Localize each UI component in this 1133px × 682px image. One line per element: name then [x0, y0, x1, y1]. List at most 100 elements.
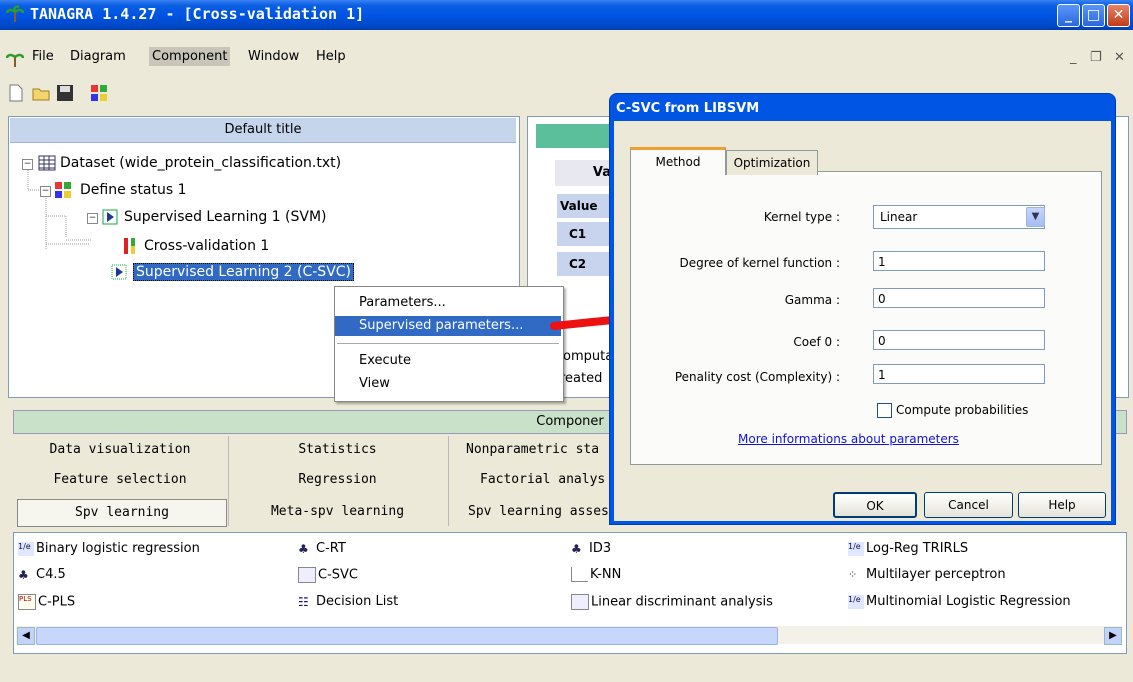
coef0-label: Coef 0 :: [793, 335, 840, 349]
tree-node-supervised-learning-1[interactable]: Supervised Learning 1 (SVM): [124, 209, 327, 225]
scroll-left-icon[interactable]: ◀: [17, 627, 35, 645]
tool-multinomial-logistic-regression[interactable]: 1/e Multinomial Logistic Regression: [848, 594, 1071, 609]
palm-tree-icon: [6, 5, 24, 22]
gamma-input[interactable]: 0: [873, 288, 1045, 308]
tab-method[interactable]: Method: [630, 147, 726, 175]
results-text-created: reated: [560, 371, 603, 386]
diagram-title: Default title: [10, 118, 516, 143]
tab-data-visualization[interactable]: Data visualization: [15, 436, 225, 464]
tool-id3[interactable]: ♣ ID3: [571, 541, 611, 556]
tree-icon: ♣: [18, 567, 29, 582]
results-value-header: Value: [557, 194, 618, 218]
tool-c-svc[interactable]: C-SVC: [298, 567, 358, 583]
penality-cost-label: Penality cost (Complexity) :: [674, 370, 840, 384]
ctx-separator: [337, 343, 559, 344]
ctx-parameters[interactable]: Parameters...: [335, 293, 561, 313]
coef0-input[interactable]: 0: [873, 330, 1045, 350]
degree-input[interactable]: 1: [873, 251, 1045, 271]
ctx-view[interactable]: View: [335, 374, 561, 394]
title-bar: TANAGRA 1.4.27 - [Cross-validation 1] _ …: [0, 0, 1133, 30]
compute-probabilities-checkbox[interactable]: [877, 403, 892, 418]
help-button[interactable]: Help: [1018, 492, 1106, 518]
svm-icon: [298, 567, 316, 583]
tab-spv-learning-assessment[interactable]: Spv learning assess: [450, 498, 628, 526]
collapse-icon[interactable]: −: [22, 159, 33, 170]
tab-nonparametric[interactable]: Nonparametric sta: [450, 436, 626, 464]
menu-diagram[interactable]: Diagram: [70, 49, 126, 64]
tool-c45[interactable]: ♣ C4.5: [18, 567, 66, 582]
menu-window[interactable]: Window: [248, 49, 299, 64]
more-info-link[interactable]: More informations about parameters: [738, 432, 959, 446]
supervised-learning-icon: [111, 264, 127, 280]
ctx-execute[interactable]: Execute: [335, 351, 561, 371]
collapse-icon[interactable]: −: [87, 213, 98, 224]
open-folder-icon[interactable]: [32, 84, 50, 102]
define-status-icon: [55, 182, 71, 198]
tool-c-rt[interactable]: ♣ C-RT: [298, 541, 346, 556]
tool-k-nn[interactable]: K-NN: [571, 567, 621, 582]
results-c1: C1: [557, 222, 615, 246]
kernel-type-select[interactable]: Linear: [873, 205, 1045, 229]
tab-meta-spv-learning[interactable]: Meta-spv learning: [230, 498, 445, 526]
tree-icon: ♣: [298, 541, 309, 556]
tool-decision-list[interactable]: ☷ Decision List: [298, 594, 398, 609]
gamma-label: Gamma :: [784, 293, 840, 307]
tree-icon: ♣: [571, 541, 582, 556]
tree-node-cross-validation[interactable]: Cross-validation 1: [144, 238, 269, 254]
tab-spv-learning[interactable]: Spv learning: [17, 499, 227, 527]
results-c2: C2: [557, 252, 615, 276]
cancel-button[interactable]: Cancel: [924, 492, 1013, 518]
logistic-icon: 1/e: [848, 594, 864, 609]
tab-optimization[interactable]: Optimization: [726, 150, 818, 175]
tab-divider: [228, 436, 229, 526]
tool-multilayer-perceptron[interactable]: ⁘ Multilayer perceptron: [848, 567, 1006, 582]
mdi-restore-icon[interactable]: ❐: [1090, 50, 1102, 65]
save-icon[interactable]: [56, 84, 74, 102]
kernel-type-label: Kernel type :: [763, 210, 840, 224]
results-header-bar: [536, 124, 616, 148]
ok-button[interactable]: OK: [833, 492, 917, 518]
neural-network-icon: ⁘: [848, 567, 858, 581]
tool-c-pls[interactable]: PLS C-PLS: [18, 594, 75, 610]
decision-list-icon: ☷: [298, 594, 309, 609]
tree-node-supervised-learning-2[interactable]: Supervised Learning 2 (C-SVC): [133, 263, 355, 281]
compute-probabilities-label: Compute probabilities: [896, 403, 1029, 417]
dataset-table-icon: [38, 155, 56, 171]
mdi-close-icon[interactable]: ✕: [1114, 50, 1125, 65]
collapse-icon[interactable]: −: [40, 186, 51, 197]
logistic-icon: 1/e: [18, 541, 34, 556]
ctx-supervised-parameters[interactable]: Supervised parameters...: [335, 316, 561, 336]
chevron-down-icon[interactable]: ▼: [1026, 207, 1045, 227]
knn-icon: [571, 567, 588, 582]
tree-node-define-status[interactable]: Define status 1: [80, 182, 187, 198]
tree-node-dataset[interactable]: Dataset (wide_protein_classification.txt…: [60, 155, 341, 171]
results-va-cell: Va: [555, 160, 615, 186]
supervised-learning-icon: [102, 209, 118, 225]
context-menu: Parameters... Supervised parameters... E…: [334, 286, 564, 402]
logistic-icon: 1/e: [848, 541, 864, 556]
palm-tree-icon: [6, 53, 24, 67]
pls-icon: PLS: [18, 594, 36, 610]
degree-label: Degree of kernel function :: [679, 256, 840, 270]
scroll-right-icon[interactable]: ▶: [1104, 627, 1122, 645]
tab-statistics[interactable]: Statistics: [230, 436, 445, 464]
maximize-button[interactable]: □: [1082, 4, 1105, 27]
mdi-minimize-icon[interactable]: _: [1070, 50, 1077, 65]
tool-log-reg-trirls[interactable]: 1/e Log-Reg TRIRLS: [848, 541, 968, 556]
menu-file[interactable]: File: [32, 49, 54, 64]
tab-divider: [448, 436, 449, 526]
new-file-icon[interactable]: [7, 84, 25, 102]
results-text-computation: omputa: [563, 349, 614, 364]
penality-cost-input[interactable]: 1: [873, 364, 1045, 384]
menu-help[interactable]: Help: [316, 49, 346, 64]
tool-binary-logistic-regression[interactable]: 1/e Binary logistic regression: [18, 541, 200, 556]
tool-linear-discriminant-analysis[interactable]: Linear discriminant analysis: [571, 594, 773, 610]
menu-component[interactable]: Component: [149, 47, 231, 66]
scroll-thumb[interactable]: [36, 627, 778, 645]
close-button[interactable]: ✕: [1107, 4, 1130, 27]
cross-validation-icon: [124, 238, 135, 254]
components-icon[interactable]: [90, 84, 108, 102]
tab-feature-selection[interactable]: Feature selection: [15, 466, 225, 494]
minimize-button[interactable]: _: [1057, 4, 1080, 27]
tab-regression[interactable]: Regression: [230, 466, 445, 494]
